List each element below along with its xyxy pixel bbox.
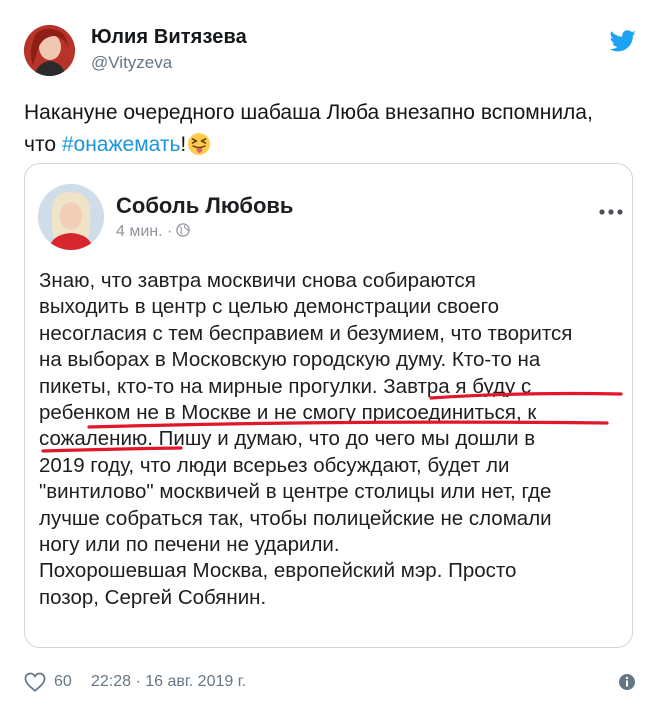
post-line: позор, Сергей Собянин. [39, 585, 267, 609]
author-handle[interactable]: @Vityzeva [91, 53, 172, 73]
tweet-text-line-2: что #онажемать! [24, 129, 634, 161]
tweet-footer: 60 22:28 · 16 авг. 2019 г. [24, 670, 636, 694]
post-line: на выборах в Московскую городскую думу. … [39, 348, 541, 372]
author-name[interactable]: Юлия Витязева [91, 26, 247, 49]
post-line: выходить в центр с целью демонстрации св… [39, 295, 500, 319]
post-line: ребенком не в Москве и не смогу присоеди… [39, 401, 537, 425]
tweet-timestamp[interactable]: 22:28 · 16 авг. 2019 г. [91, 673, 246, 691]
post-author-name: Соболь Любовь [116, 193, 294, 218]
more-options-icon [599, 209, 623, 215]
embedded-post-image[interactable]: Соболь Любовь 4 мин. · Знаю, что завтра … [24, 163, 633, 648]
info-icon[interactable] [618, 673, 636, 691]
author-avatar[interactable] [24, 25, 75, 76]
post-line: ногу или по печени не ударили. [39, 533, 340, 557]
tweet-text-prefix: что [24, 133, 62, 156]
globe-icon [176, 223, 191, 237]
post-line: Похорошевшая Москва, европейский мэр. Пр… [39, 559, 517, 583]
post-author-avatar [38, 184, 104, 250]
post-line: несогласия с тем бесправием и безумием, … [39, 321, 573, 345]
twitter-bird-icon[interactable] [610, 30, 636, 52]
post-body: Знаю, что завтра москвичи снова собирают… [39, 268, 624, 611]
tweet-text-suffix: ! [180, 133, 187, 156]
tweet-text-line-1: Накануне очередного шабаша Люба внезапно… [24, 101, 593, 124]
post-line: "винтилово" москвичей в центре столицы и… [39, 480, 552, 504]
post-line: пикеты, кто-то на мирные прогулки. Завтр… [39, 374, 532, 398]
heart-icon[interactable] [24, 672, 46, 692]
post-time: 4 мин. · [116, 223, 191, 241]
hashtag-link[interactable]: #онажемать [62, 133, 181, 156]
tweet-text: Накануне очередного шабаша Люба внезапно… [24, 97, 634, 161]
like-count[interactable]: 60 [54, 673, 72, 691]
post-line: 2019 году, что люди всерьез обсуждают, б… [39, 453, 510, 477]
squinting-tongue-emoji-icon [188, 133, 211, 155]
tweet-card: Юлия Витязева @Vityzeva Накануне очередн… [0, 0, 656, 706]
post-time-text: 4 мин. · [116, 223, 173, 240]
post-line: лучше собраться так, чтобы полицейские н… [39, 506, 552, 530]
post-line: Знаю, что завтра москвичи снова собирают… [39, 269, 476, 292]
post-line: сожалению. Пишу и думаю, что до чего мы … [39, 427, 536, 451]
